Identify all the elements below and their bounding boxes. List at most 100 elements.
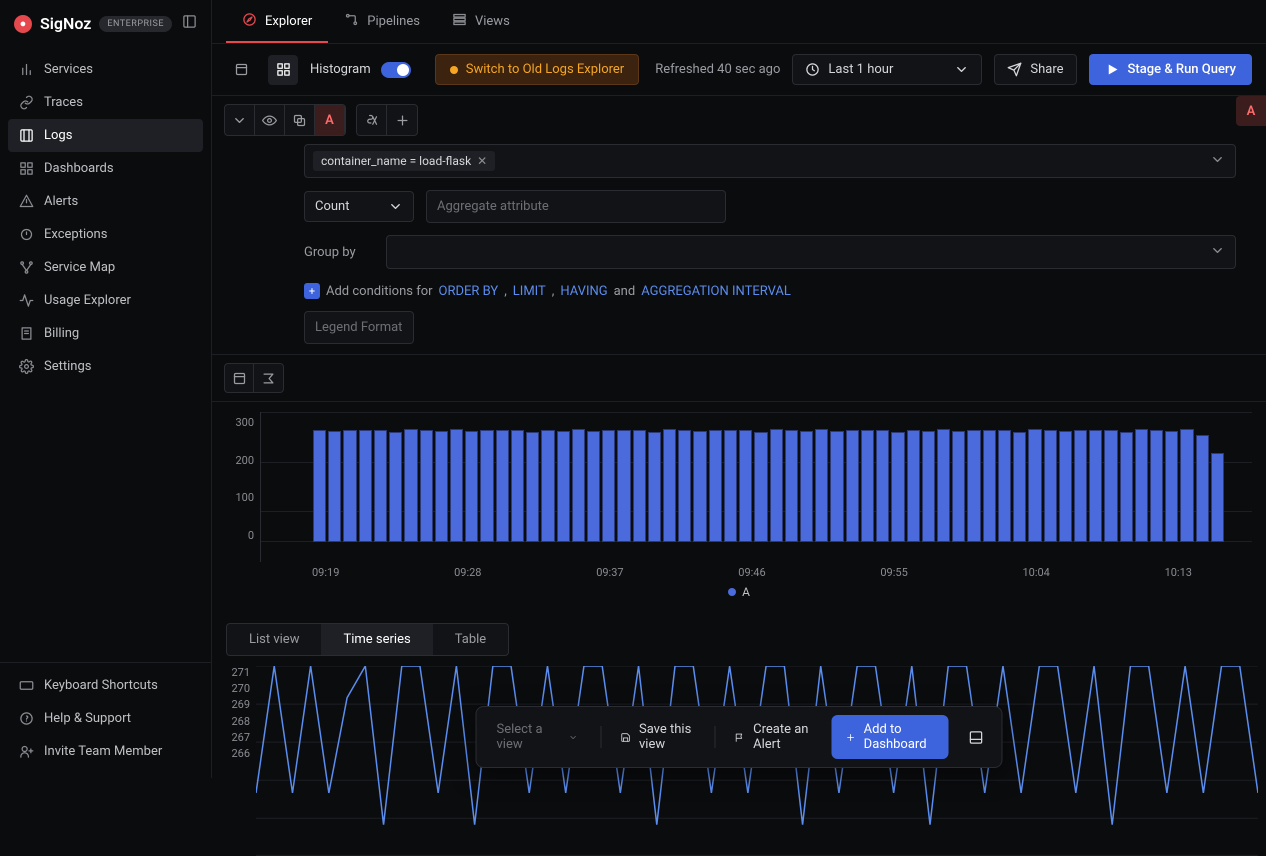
groupby-input[interactable] [386,235,1236,269]
plus-icon[interactable]: + [304,283,320,299]
sidebar-item-traces[interactable]: Traces [8,86,203,119]
aggregate-function-select[interactable]: Count [304,191,414,222]
pipeline-icon [344,12,359,31]
user-plus-icon [18,744,34,759]
sidebar-item-help[interactable]: Help & Support [8,702,203,735]
alert-icon [18,194,34,209]
save-icon [621,730,631,745]
flag-icon [735,730,745,745]
y-tick: 300 [235,416,254,429]
sidebar-item-logs[interactable]: Logs [8,119,203,152]
search-mode-icon[interactable] [226,55,256,85]
sidebar-item-services[interactable]: Services [8,53,203,86]
add-formula-button[interactable] [254,363,284,393]
legend-dot-icon [728,588,736,596]
sidebar-item-service-map[interactable]: Service Map [8,251,203,284]
sidebar-item-label: Traces [44,95,83,110]
sidebar-item-label: Invite Team Member [44,744,162,759]
save-view-button[interactable]: Save this view [615,718,700,756]
switch-explorer-button[interactable]: Switch to Old Logs Explorer [435,54,639,85]
x-tick: 09:37 [596,566,623,579]
link-icon [18,95,34,110]
query-badge-a[interactable]: A [315,105,345,135]
separator: and [614,284,636,299]
agg-interval-link[interactable]: AGGREGATION INTERVAL [641,284,791,299]
function-icon[interactable] [357,105,387,135]
y-tick: 266 [231,747,250,760]
compass-icon [242,12,257,31]
filter-chip[interactable]: container_name = load-flask ✕ [313,151,495,171]
plan-badge: ENTERPRISE [99,16,172,32]
sidebar-item-usage-explorer[interactable]: Usage Explorer [8,284,203,317]
sidebar-item-shortcuts[interactable]: Keyboard Shortcuts [8,669,203,702]
chevron-down-icon [1210,152,1225,171]
chevron-down-icon [1210,243,1225,262]
sidebar-item-label: Dashboards [44,161,114,176]
tab-views[interactable]: Views [436,0,526,43]
bug-icon [18,227,34,242]
tab-label: Explorer [265,14,312,29]
chevron-down-icon[interactable] [225,105,255,135]
share-button[interactable]: Share [994,54,1076,85]
sidebar-item-exceptions[interactable]: Exceptions [8,218,203,251]
remove-chip-icon[interactable]: ✕ [477,154,487,168]
select-view-dropdown[interactable]: Select a view [489,718,587,756]
separator: , [504,284,507,299]
x-tick: 09:28 [454,566,481,579]
tab-explorer[interactable]: Explorer [226,0,328,43]
add-to-dashboard-button[interactable]: Add to Dashboard [831,715,948,759]
send-icon [1007,62,1022,77]
copy-icon[interactable] [285,105,315,135]
sidebar-item-billing[interactable]: Billing [8,317,203,350]
time-range-picker[interactable]: Last 1 hour [792,54,982,85]
sidebar-item-label: Billing [44,326,79,341]
y-tick: 271 [231,666,250,679]
view-mode-timeseries[interactable]: Time series [321,624,432,655]
sidebar-collapse-icon[interactable] [182,14,197,33]
keyboard-icon [18,678,34,693]
layout-icon [18,161,34,176]
expand-icon[interactable] [963,726,990,749]
dot-icon [450,66,458,74]
sidebar-item-label: Usage Explorer [44,293,131,308]
divider [714,726,715,748]
x-tick: 09:55 [880,566,907,579]
histogram-toggle[interactable] [381,62,411,78]
run-label: Stage & Run Query [1128,62,1236,77]
sidebar-item-invite[interactable]: Invite Team Member [8,735,203,768]
plus-icon [845,730,855,745]
separator: , [552,284,555,299]
bar-chart-icon [18,62,34,77]
views-icon [452,12,467,31]
brand-logo: ● [14,15,32,33]
sidebar-item-label: Logs [44,128,72,143]
view-mode-table[interactable]: Table [433,624,508,655]
aggregate-function-value: Count [315,199,349,214]
view-mode-list[interactable]: List view [227,624,321,655]
y-tick: 0 [248,529,254,542]
x-tick: 09:19 [312,566,339,579]
builder-mode-icon[interactable] [268,55,298,85]
sidebar-item-alerts[interactable]: Alerts [8,185,203,218]
tab-pipelines[interactable]: Pipelines [328,0,436,43]
filter-chip-text: container_name = load-flask [321,154,471,168]
having-link[interactable]: HAVING [560,284,607,299]
filter-input[interactable]: container_name = load-flask ✕ [304,144,1236,178]
sidebar-item-label: Service Map [44,260,115,275]
floating-action-bar: Select a view Save this view Create an A… [476,706,1003,768]
tab-label: Pipelines [367,14,420,29]
create-alert-button[interactable]: Create an Alert [729,718,818,756]
aggregate-attribute-input[interactable]: Aggregate attribute [426,190,726,223]
limit-link[interactable]: LIMIT [513,284,546,299]
eye-icon[interactable] [255,105,285,135]
add-query-button[interactable] [224,363,254,393]
histogram-label: Histogram [310,62,371,77]
histogram-chart: 300 200 100 0 [226,412,1252,562]
sidebar-item-settings[interactable]: Settings [8,350,203,383]
run-query-button[interactable]: Stage & Run Query [1089,54,1252,85]
legend-format-input[interactable]: Legend Format [304,311,414,344]
sidebar-item-dashboards[interactable]: Dashboards [8,152,203,185]
query-side-badge[interactable]: A [1236,96,1266,126]
orderby-link[interactable]: ORDER BY [439,284,499,299]
plus-icon[interactable] [387,105,417,135]
